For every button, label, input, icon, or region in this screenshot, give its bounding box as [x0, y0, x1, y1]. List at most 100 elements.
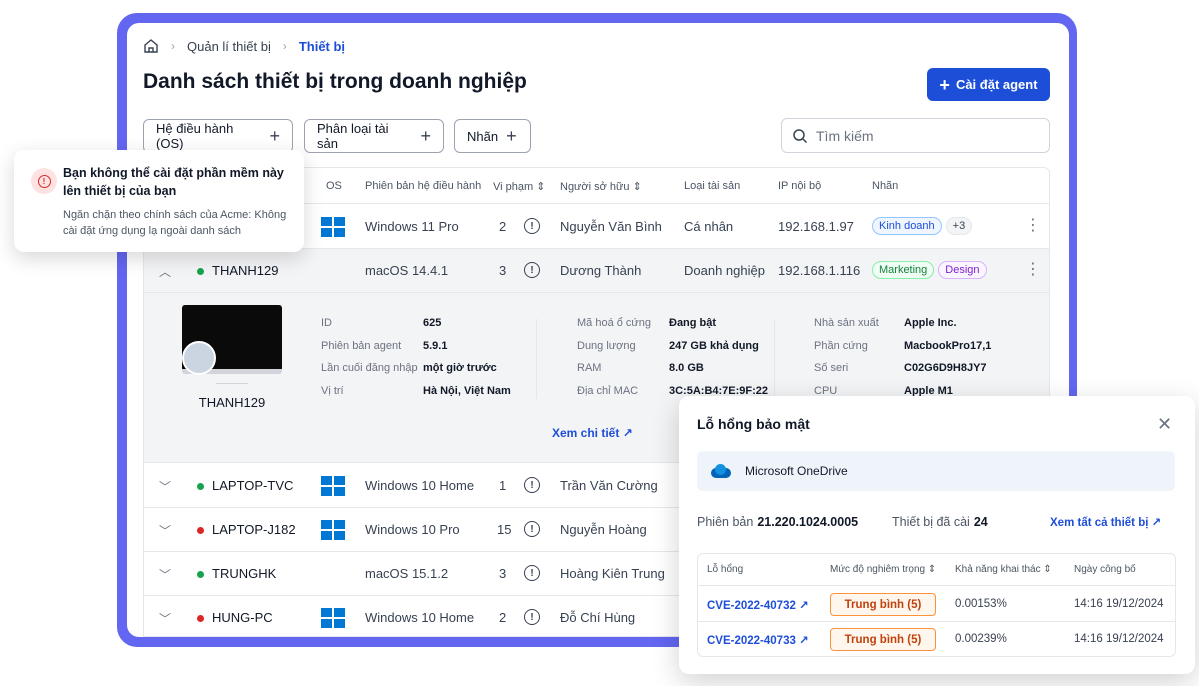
violations-count: 15 [497, 522, 512, 537]
tag-badge: Kinh doanh [872, 217, 942, 235]
windows-icon [321, 608, 345, 628]
status-dot [197, 268, 204, 276]
status-dot [197, 615, 204, 623]
filter-tags-button[interactable]: Nhãn + [454, 119, 531, 153]
see-detail-link[interactable]: Xem chi tiết ↗ [552, 426, 633, 440]
cve-id: CVE-2022-40732 [707, 600, 796, 612]
toast-title: Bạn không thể cài đặt phần mềm này lên t… [63, 166, 284, 198]
violations-count: 1 [499, 478, 507, 493]
detail-value: Apple Inc. [904, 317, 957, 329]
warning-icon: ! [524, 609, 540, 625]
detail-value: Đang bật [669, 317, 717, 329]
table-row[interactable]: CVE-2022-40733 ↗ Trung bình (5) 0.00239%… [698, 622, 1175, 657]
asset-type: Doanh nghiệp [684, 263, 765, 278]
more-tags-badge[interactable]: +3 [945, 217, 973, 235]
owner: Đỗ Chí Hùng [560, 610, 636, 625]
installed-label: Thiết bị đã cài [892, 515, 970, 529]
detail-value: C02G6D9H8JY7 [904, 362, 987, 374]
chevron-down-icon[interactable]: ﹀ [159, 566, 171, 583]
filter-label: Hệ điều hành (OS) [156, 121, 234, 151]
windows-icon [321, 217, 345, 237]
sort-icon: ⇕ [927, 564, 937, 575]
more-options-icon[interactable]: ⋮ [1025, 259, 1041, 279]
installed-info: Thiết bị đã cài 24 [892, 515, 988, 529]
cve-id: CVE-2022-40733 [707, 635, 796, 647]
owner: Hoàng Kiên Trung [560, 566, 665, 581]
exploit-value: 0.00153% [955, 598, 1007, 610]
detail-value: Hà Nội, Việt Nam [423, 385, 511, 397]
detail-value: 247 GB khả dụng [669, 340, 759, 352]
device-name: LAPTOP-J182 [197, 522, 296, 537]
arrow-up-right-icon: ↗ [799, 600, 809, 612]
os-version: Windows 10 Pro [365, 522, 460, 537]
header-exploitability[interactable]: Khả năng khai thác ⇕ [955, 564, 1052, 575]
header-violations[interactable]: Vi phạm ⇕ [493, 180, 545, 193]
warning-icon: ! [524, 477, 540, 493]
more-options-icon[interactable]: ⋮ [1025, 215, 1041, 235]
vulnerability-panel: Lỗ hổng bảo mật ✕ Microsoft OneDrive Phi… [679, 396, 1195, 674]
vulnerability-table: Lỗ hổng Mức độ nghiêm trọng ⇕ Khả năng k… [697, 553, 1176, 657]
filter-os-button[interactable]: Hệ điều hành (OS) + [143, 119, 293, 153]
header-severity[interactable]: Mức độ nghiêm trọng ⇕ [830, 564, 936, 575]
detail-key: Lần cuối đăng nhập [321, 362, 418, 374]
header-owner[interactable]: Người sở hữu ⇕ [560, 180, 642, 193]
detail-key: Vị trí [321, 385, 344, 397]
app-name: Microsoft OneDrive [745, 464, 848, 478]
asset-type: Cá nhân [684, 219, 734, 234]
install-agent-button[interactable]: + Cài đặt agent [927, 68, 1050, 101]
version-info: Phiên bản 21.220.1024.0005 [697, 515, 858, 529]
see-detail-label: Xem chi tiết [552, 426, 620, 440]
divider [216, 383, 248, 384]
published-date: 14:16 19/12/2024 [1074, 633, 1164, 645]
chevron-up-icon[interactable]: ︿ [159, 263, 171, 280]
arrow-up-right-icon: ↗ [622, 426, 633, 440]
device-name-label: LAPTOP-J182 [212, 522, 296, 537]
app-box: Microsoft OneDrive [697, 451, 1175, 491]
os-version: macOS 15.1.2 [365, 566, 449, 581]
sort-icon: ⇕ [632, 181, 642, 193]
device-name-label: HUNG-PC [212, 610, 273, 625]
header-os-version: Phiên bản hệ điều hành [365, 180, 482, 192]
status-dot [197, 483, 204, 491]
header-severity-label: Mức độ nghiêm trọng [830, 564, 926, 575]
see-all-devices-link[interactable]: Xem tất cả thiết bị ↗ [1050, 515, 1161, 529]
close-icon[interactable]: ✕ [1157, 414, 1172, 435]
plus-icon: + [420, 126, 431, 146]
chevron-right-icon: › [282, 39, 287, 53]
chevron-down-icon[interactable]: ﹀ [159, 610, 171, 627]
detail-device-name: THANH129 [198, 395, 266, 410]
home-icon[interactable] [143, 38, 159, 54]
filter-asset-type-button[interactable]: Phân loại tài sản + [304, 119, 444, 153]
search-input[interactable]: Tìm kiếm [781, 118, 1050, 153]
device-name-label: THANH129 [212, 263, 279, 278]
warning-icon: ! [524, 521, 540, 537]
table-row[interactable]: ︿ THANH129 macOS 14.4.1 3 ! Dương Thành … [144, 249, 1049, 293]
search-icon [793, 128, 808, 143]
owner: Dương Thành [560, 263, 642, 278]
detail-key: RAM [577, 362, 602, 374]
divider [536, 319, 537, 399]
device-name-label: LAPTOP-TVC [212, 478, 294, 493]
chevron-down-icon[interactable]: ﹀ [159, 522, 171, 539]
detail-value: 625 [423, 317, 442, 329]
header-cve: Lỗ hổng [707, 564, 744, 575]
owner: Trần Văn Cường [560, 478, 658, 493]
tags: Marketing Design [872, 261, 991, 279]
severity-badge: Trung bình (5) [830, 593, 936, 616]
status-dot [197, 571, 204, 579]
breadcrumb-devices[interactable]: Thiết bị [299, 39, 345, 54]
breadcrumb-devices-management[interactable]: Quản lí thiết bị [187, 39, 271, 54]
table-row[interactable]: CVE-2022-40732 ↗ Trung bình (5) 0.00153%… [698, 587, 1175, 622]
arrow-up-right-icon: ↗ [1151, 517, 1162, 529]
search-placeholder: Tìm kiếm [816, 127, 874, 144]
chevron-down-icon[interactable]: ﹀ [159, 478, 171, 495]
arrow-up-right-icon: ↗ [799, 635, 809, 647]
cve-link[interactable]: CVE-2022-40733 ↗ [707, 633, 809, 647]
plus-icon: + [506, 126, 517, 146]
cve-link[interactable]: CVE-2022-40732 ↗ [707, 598, 809, 612]
alert-icon: ! [31, 168, 57, 194]
os-version: Windows 11 Pro [365, 219, 459, 234]
exploit-value: 0.00239% [955, 633, 1007, 645]
violations-count: 3 [499, 263, 507, 278]
detail-key: Phiên bản agent [321, 340, 402, 352]
